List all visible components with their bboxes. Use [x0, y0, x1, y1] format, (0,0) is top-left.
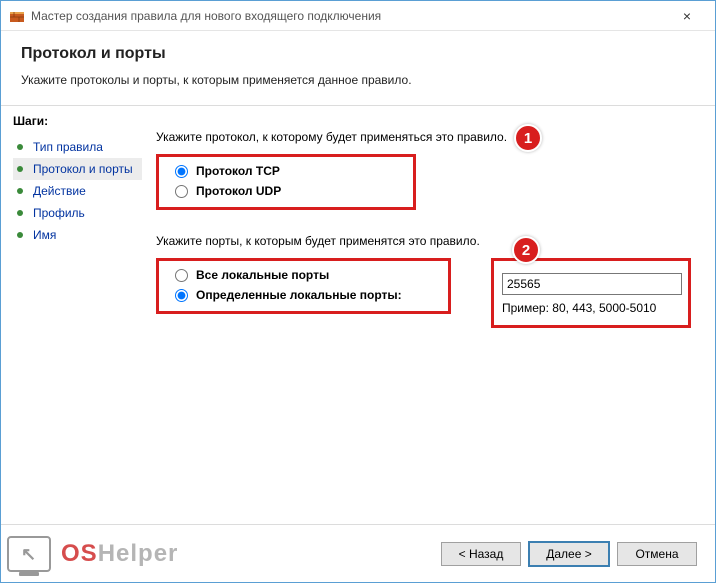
ports-input[interactable] — [502, 273, 682, 295]
header: Протокол и порты Укажите протоколы и пор… — [1, 31, 715, 106]
radio-all-ports[interactable] — [175, 269, 188, 282]
all-ports-label: Все локальные порты — [196, 268, 329, 282]
radio-specific-ports[interactable] — [175, 289, 188, 302]
step-profile[interactable]: Профиль — [13, 202, 142, 224]
bullet-icon — [17, 166, 23, 172]
close-button[interactable]: × — [667, 8, 707, 24]
titlebar: Мастер создания правила для нового входя… — [1, 1, 715, 31]
steps-sidebar: Шаги: Тип правила Протокол и порты Дейст… — [1, 106, 142, 524]
callout-badge-1: 1 — [514, 124, 542, 152]
radio-tcp[interactable] — [175, 165, 188, 178]
step-protocol-ports[interactable]: Протокол и порты — [13, 158, 142, 180]
main-panel: Укажите протокол, к которому будет приме… — [142, 106, 715, 524]
ports-example: Пример: 80, 443, 5000-5010 — [502, 301, 680, 315]
step-label: Профиль — [33, 206, 85, 220]
window-title: Мастер создания правила для нового входя… — [31, 9, 667, 23]
cancel-button[interactable]: Отмена — [617, 542, 697, 566]
step-label: Протокол и порты — [33, 162, 133, 176]
bullet-icon — [17, 188, 23, 194]
protocol-highlight-box: Протокол TCP Протокол UDP — [156, 154, 416, 210]
tcp-option[interactable]: Протокол TCP — [175, 161, 395, 181]
wizard-window: Мастер создания правила для нового входя… — [0, 0, 716, 583]
page-title: Протокол и порты — [21, 45, 695, 63]
page-subtitle: Укажите протоколы и порты, к которым при… — [21, 73, 695, 87]
radio-udp[interactable] — [175, 185, 188, 198]
back-button[interactable]: < Назад — [441, 542, 521, 566]
bullet-icon — [17, 144, 23, 150]
udp-label: Протокол UDP — [196, 184, 281, 198]
ports-area: Все локальные порты Определенные локальн… — [156, 258, 691, 328]
step-name[interactable]: Имя — [13, 224, 142, 246]
next-button[interactable]: Далее > — [529, 542, 609, 566]
step-action[interactable]: Действие — [13, 180, 142, 202]
udp-option[interactable]: Протокол UDP — [175, 181, 395, 201]
tcp-label: Протокол TCP — [196, 164, 280, 178]
ports-choice-highlight-box: Все локальные порты Определенные локальн… — [156, 258, 451, 314]
step-label: Имя — [33, 228, 56, 242]
protocol-prompt: Укажите протокол, к которому будет приме… — [156, 130, 691, 144]
step-label: Тип правила — [33, 140, 103, 154]
specific-ports-label: Определенные локальные порты: — [196, 288, 402, 302]
content: Шаги: Тип правила Протокол и порты Дейст… — [1, 106, 715, 524]
all-ports-option[interactable]: Все локальные порты — [175, 265, 440, 285]
step-rule-type[interactable]: Тип правила — [13, 136, 142, 158]
steps-title: Шаги: — [13, 114, 142, 128]
specific-ports-option[interactable]: Определенные локальные порты: — [175, 285, 440, 305]
ports-prompt: Укажите порты, к которым будет применятс… — [156, 234, 691, 248]
bullet-icon — [17, 210, 23, 216]
step-label: Действие — [33, 184, 86, 198]
callout-badge-2: 2 — [512, 236, 540, 264]
bullet-icon — [17, 232, 23, 238]
footer: < Назад Далее > Отмена — [1, 524, 715, 582]
firewall-icon — [9, 8, 25, 24]
port-input-highlight-box: Пример: 80, 443, 5000-5010 — [491, 258, 691, 328]
